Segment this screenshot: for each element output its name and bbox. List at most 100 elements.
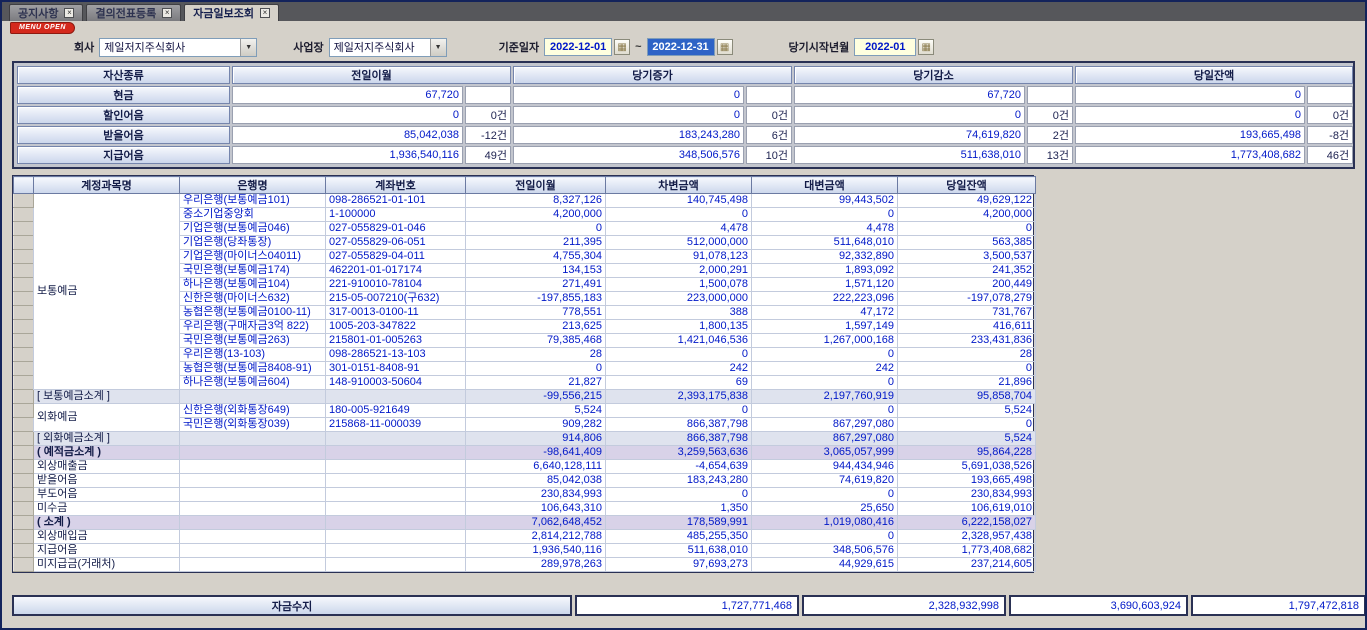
- account-number-cell[interactable]: 180-005-921649: [326, 404, 466, 418]
- account-name-cell[interactable]: 부도어음: [34, 488, 180, 502]
- summary-row-label[interactable]: 지급어음: [17, 146, 230, 164]
- bank-name-cell[interactable]: 하나은행(보통예금104): [180, 278, 326, 292]
- amount-cell[interactable]: 2,197,760,919: [752, 390, 898, 404]
- detail-header-cell[interactable]: 전일이월: [466, 177, 606, 194]
- amount-cell[interactable]: 0: [898, 362, 1036, 376]
- amount-cell[interactable]: 511,648,010: [752, 236, 898, 250]
- amount-cell[interactable]: 222,223,096: [752, 292, 898, 306]
- amount-cell[interactable]: 233,431,836: [898, 334, 1036, 348]
- amount-cell[interactable]: 1,800,135: [606, 320, 752, 334]
- detail-header-cell[interactable]: 차변금액: [606, 177, 752, 194]
- site-select[interactable]: 제일저지주식회사 ▼: [329, 38, 447, 57]
- amount-cell[interactable]: 0: [752, 376, 898, 390]
- account-name-cell[interactable]: 받을어음: [34, 474, 180, 488]
- amount-cell[interactable]: 92,332,890: [752, 250, 898, 264]
- amount-cell[interactable]: 1,500,078: [606, 278, 752, 292]
- amount-cell[interactable]: 2,814,212,788: [466, 530, 606, 544]
- bank-name-cell[interactable]: [180, 502, 326, 516]
- amount-cell[interactable]: 778,551: [466, 306, 606, 320]
- amount-cell[interactable]: 388: [606, 306, 752, 320]
- amount-cell[interactable]: -197,855,183: [466, 292, 606, 306]
- row-selector[interactable]: [14, 502, 34, 516]
- date-from-input[interactable]: 2022-12-01: [544, 38, 612, 56]
- row-selector[interactable]: [14, 334, 34, 348]
- row-selector[interactable]: [14, 516, 34, 530]
- amount-cell[interactable]: 0: [466, 222, 606, 236]
- bank-name-cell[interactable]: 농협은행(보통예금0100-11): [180, 306, 326, 320]
- account-name-cell[interactable]: 지급어음: [34, 544, 180, 558]
- bank-name-cell[interactable]: 우리은행(보통예금101): [180, 194, 326, 208]
- amount-cell[interactable]: 6,640,128,111: [466, 460, 606, 474]
- amount-cell[interactable]: 867,297,080: [752, 418, 898, 432]
- row-selector[interactable]: [14, 278, 34, 292]
- amount-cell[interactable]: 99,443,502: [752, 194, 898, 208]
- amount-cell[interactable]: 230,834,993: [898, 488, 1036, 502]
- bank-name-cell[interactable]: [180, 460, 326, 474]
- bank-name-cell[interactable]: [180, 544, 326, 558]
- account-number-cell[interactable]: 027-055829-04-011: [326, 250, 466, 264]
- amount-cell[interactable]: 416,611: [898, 320, 1036, 334]
- account-name-cell[interactable]: 외상매출금: [34, 460, 180, 474]
- bank-name-cell[interactable]: [180, 558, 326, 572]
- amount-cell[interactable]: 28: [898, 348, 1036, 362]
- account-name-cell[interactable]: [ 외화예금소계 ]: [34, 432, 180, 446]
- amount-cell[interactable]: 289,978,263: [466, 558, 606, 572]
- amount-cell[interactable]: 485,255,350: [606, 530, 752, 544]
- amount-cell[interactable]: 0: [898, 222, 1036, 236]
- bank-name-cell[interactable]: [180, 390, 326, 404]
- account-number-cell[interactable]: 317-0013-0100-11: [326, 306, 466, 320]
- amount-cell[interactable]: -99,556,215: [466, 390, 606, 404]
- amount-cell[interactable]: 0: [752, 208, 898, 222]
- bank-name-cell[interactable]: 기업은행(보통예금046): [180, 222, 326, 236]
- account-number-cell[interactable]: 1-100000: [326, 208, 466, 222]
- row-selector[interactable]: [14, 404, 34, 418]
- row-selector[interactable]: [14, 306, 34, 320]
- row-selector[interactable]: [14, 320, 34, 334]
- amount-cell[interactable]: 91,078,123: [606, 250, 752, 264]
- detail-header-cell[interactable]: 계정과목명: [34, 177, 180, 194]
- chevron-down-icon[interactable]: ▼: [240, 39, 256, 56]
- amount-cell[interactable]: 4,200,000: [466, 208, 606, 222]
- account-number-cell[interactable]: [326, 530, 466, 544]
- account-group-cell[interactable]: 외화예금: [34, 404, 180, 432]
- amount-cell[interactable]: 211,395: [466, 236, 606, 250]
- tab-close-icon[interactable]: ×: [162, 8, 172, 18]
- amount-cell[interactable]: 140,745,498: [606, 194, 752, 208]
- amount-cell[interactable]: 1,773,408,682: [898, 544, 1036, 558]
- row-selector[interactable]: [14, 446, 34, 460]
- account-number-cell[interactable]: [326, 432, 466, 446]
- bank-name-cell[interactable]: [180, 530, 326, 544]
- amount-cell[interactable]: 7,062,648,452: [466, 516, 606, 530]
- amount-cell[interactable]: 3,259,563,636: [606, 446, 752, 460]
- account-number-cell[interactable]: 221-910010-78104: [326, 278, 466, 292]
- detail-header-cell[interactable]: 계좌번호: [326, 177, 466, 194]
- account-name-cell[interactable]: 외상매입금: [34, 530, 180, 544]
- amount-cell[interactable]: 106,643,310: [466, 502, 606, 516]
- account-number-cell[interactable]: 215801-01-005263: [326, 334, 466, 348]
- summary-header-cell[interactable]: 당일잔액: [1075, 66, 1353, 84]
- account-number-cell[interactable]: 462201-01-017174: [326, 264, 466, 278]
- amount-cell[interactable]: 79,385,468: [466, 334, 606, 348]
- account-name-cell[interactable]: 미지급금(거래처): [34, 558, 180, 572]
- amount-cell[interactable]: 47,172: [752, 306, 898, 320]
- amount-cell[interactable]: 85,042,038: [466, 474, 606, 488]
- amount-cell[interactable]: 237,214,605: [898, 558, 1036, 572]
- bank-name-cell[interactable]: 국민은행(보통예금174): [180, 264, 326, 278]
- amount-cell[interactable]: 1,267,000,168: [752, 334, 898, 348]
- account-number-cell[interactable]: [326, 390, 466, 404]
- amount-cell[interactable]: 5,691,038,526: [898, 460, 1036, 474]
- amount-cell[interactable]: 348,506,576: [752, 544, 898, 558]
- amount-cell[interactable]: 914,806: [466, 432, 606, 446]
- row-selector[interactable]: [14, 418, 34, 432]
- summary-header-cell[interactable]: 당기감소: [794, 66, 1073, 84]
- account-name-cell[interactable]: [ 보통예금소계 ]: [34, 390, 180, 404]
- amount-cell[interactable]: 4,755,304: [466, 250, 606, 264]
- row-selector[interactable]: [14, 530, 34, 544]
- row-selector[interactable]: [14, 460, 34, 474]
- amount-cell[interactable]: 0: [606, 348, 752, 362]
- account-number-cell[interactable]: 027-055829-01-046: [326, 222, 466, 236]
- amount-cell[interactable]: 2,000,291: [606, 264, 752, 278]
- amount-cell[interactable]: 0: [752, 530, 898, 544]
- row-selector[interactable]: [14, 362, 34, 376]
- bank-name-cell[interactable]: 우리은행(구매자금3억 822): [180, 320, 326, 334]
